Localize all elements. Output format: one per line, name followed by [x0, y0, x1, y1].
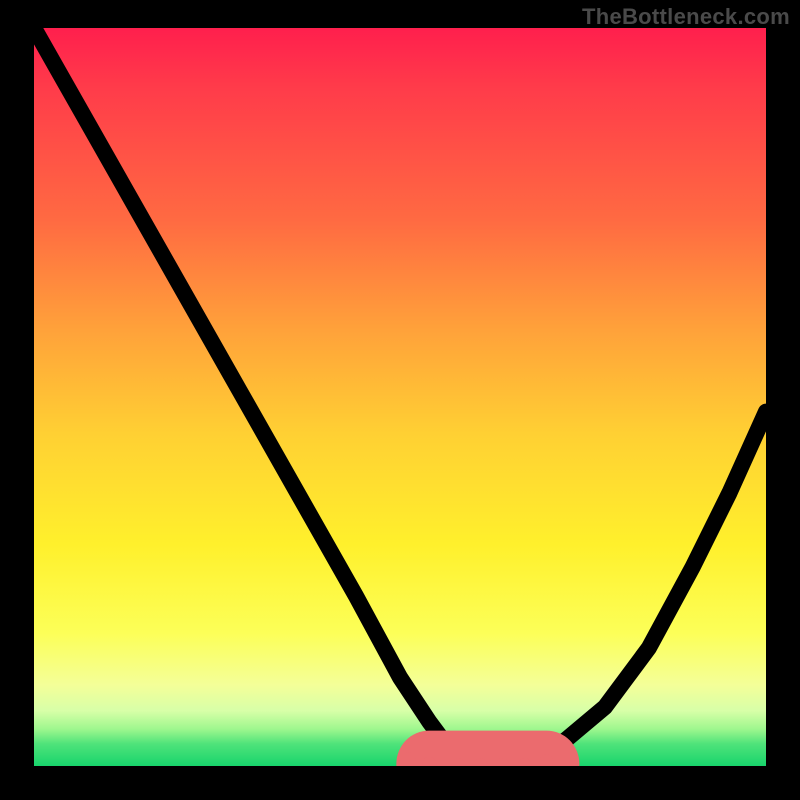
right-branch-curve — [473, 412, 766, 766]
marker-dot — [560, 746, 576, 762]
curve-group — [34, 28, 766, 766]
left-branch-curve — [34, 28, 473, 766]
watermark-text: TheBottleneck.com — [582, 4, 790, 30]
chart-frame: TheBottleneck.com — [0, 0, 800, 800]
curve-layer — [34, 28, 766, 766]
plot-area — [34, 28, 766, 766]
